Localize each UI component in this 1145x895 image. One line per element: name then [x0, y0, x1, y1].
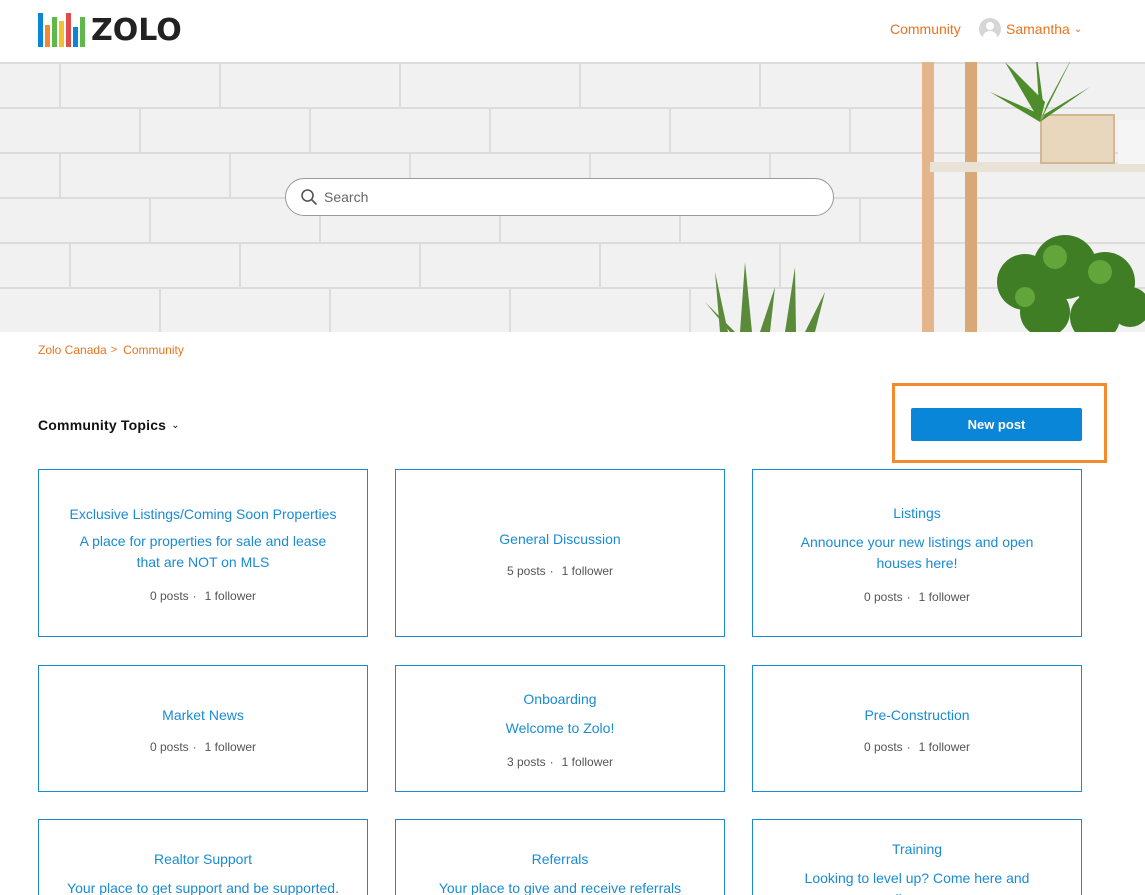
- card-followers-count: 1 follower: [204, 739, 257, 754]
- card-title: Market News: [162, 706, 244, 723]
- card-title: Training: [891, 841, 943, 857]
- card-title: Listings: [893, 505, 941, 521]
- card-posts-count: 0 posts: [149, 589, 189, 603]
- card-description: Announce your new listings and open hous…: [800, 534, 1034, 571]
- card-meta: 5 posts · 1 follower: [506, 564, 614, 578]
- card-followers-count: 1 follower: [561, 755, 614, 769]
- zolo-logo[interactable]: ZOLO: [38, 12, 182, 48]
- topic-card-pre-construction[interactable]: Pre-Construction 0 posts · 1 follower: [752, 665, 1082, 792]
- topics-dropdown[interactable]: Community Topics ⌄: [38, 417, 180, 433]
- card-posts-count: 0 posts: [149, 739, 189, 754]
- plant-illustration: [997, 235, 1145, 332]
- new-post-button[interactable]: New post: [911, 408, 1082, 441]
- breadcrumb: Zolo Canada > Community: [38, 343, 184, 357]
- card-title: Realtor Support: [153, 851, 253, 867]
- topic-card-exclusive-listings[interactable]: Exclusive Listings/Coming Soon Propertie…: [38, 469, 368, 637]
- user-menu[interactable]: Samantha ⌄: [979, 18, 1082, 40]
- breadcrumb-separator: >: [110, 344, 118, 356]
- site-header: ZOLO Community Samantha ⌄: [0, 0, 1145, 62]
- avatar: [979, 18, 1001, 40]
- search-bar[interactable]: [285, 178, 834, 216]
- card-description: Looking to level up? Come here and disco…: [804, 870, 1030, 895]
- card-followers-count: 1 follower: [204, 589, 257, 603]
- topic-card-general-discussion[interactable]: General Discussion 5 posts · 1 follower: [395, 469, 725, 637]
- search-icon: [301, 189, 317, 205]
- white-box: [1118, 120, 1145, 164]
- card-meta: 0 posts · 1 follower: [863, 739, 971, 754]
- plant-illustration: [990, 62, 1090, 122]
- card-posts-count: 5 posts: [506, 564, 546, 578]
- chevron-down-icon: ⌄: [171, 419, 180, 431]
- card-posts-count: 0 posts: [863, 590, 903, 604]
- topic-card-training[interactable]: Training Looking to level up? Come here …: [752, 819, 1082, 895]
- shelf-post: [965, 62, 977, 332]
- chevron-down-icon: ⌄: [1073, 23, 1083, 35]
- logo-text: ZOLO: [91, 12, 182, 48]
- nav-community-link[interactable]: Community: [890, 21, 961, 37]
- topic-card-realtor-support[interactable]: Realtor Support Your place to get suppor…: [38, 819, 368, 895]
- card-followers-count: 1 follower: [561, 564, 614, 578]
- card-meta: 3 posts · 1 follower: [506, 755, 614, 769]
- card-followers-count: 1 follower: [918, 590, 971, 604]
- card-title: Pre-Construction: [864, 706, 970, 723]
- card-description: Your place to give and receive referrals: [438, 880, 682, 895]
- card-meta: 0 posts · 1 follower: [149, 589, 257, 603]
- aloe-plant-illustration: [705, 262, 825, 332]
- card-title: Onboarding: [523, 691, 597, 707]
- card-description: Your place to get support and be support…: [67, 880, 339, 895]
- topic-card-onboarding[interactable]: Onboarding Welcome to Zolo! 3 posts · 1 fo…: [395, 665, 725, 792]
- card-meta: 0 posts · 1 follower: [863, 590, 971, 604]
- shelf-post: [922, 62, 934, 332]
- topics-title: Community Topics: [38, 417, 167, 433]
- card-title: General Discussion: [499, 531, 621, 547]
- card-posts-count: 3 posts: [506, 755, 546, 769]
- card-title: Exclusive Listings/Coming Soon Propertie…: [69, 506, 337, 522]
- user-name: Samantha: [1006, 21, 1070, 37]
- breadcrumb-item-community[interactable]: Community: [123, 343, 184, 357]
- topic-card-referrals[interactable]: Referrals Your place to give and receive…: [395, 819, 725, 895]
- card-meta: 0 posts · 1 follower: [149, 739, 257, 754]
- card-followers-count: 1 follower: [918, 739, 971, 754]
- card-description: Welcome to Zolo!: [505, 720, 615, 736]
- topic-card-market-news[interactable]: Market News 0 posts · 1 follower: [38, 665, 368, 792]
- topic-card-listings[interactable]: Listings Announce your new listings and …: [752, 469, 1082, 637]
- search-input[interactable]: [324, 189, 804, 205]
- hero-banner: [0, 62, 1145, 332]
- breadcrumb-item-zolo-canada[interactable]: Zolo Canada: [38, 343, 107, 357]
- card-description: A place for properties for sale and leas…: [79, 533, 327, 570]
- card-posts-count: 0 posts: [863, 739, 903, 754]
- card-title: Referrals: [531, 851, 589, 867]
- logo-bars-icon: [38, 13, 85, 47]
